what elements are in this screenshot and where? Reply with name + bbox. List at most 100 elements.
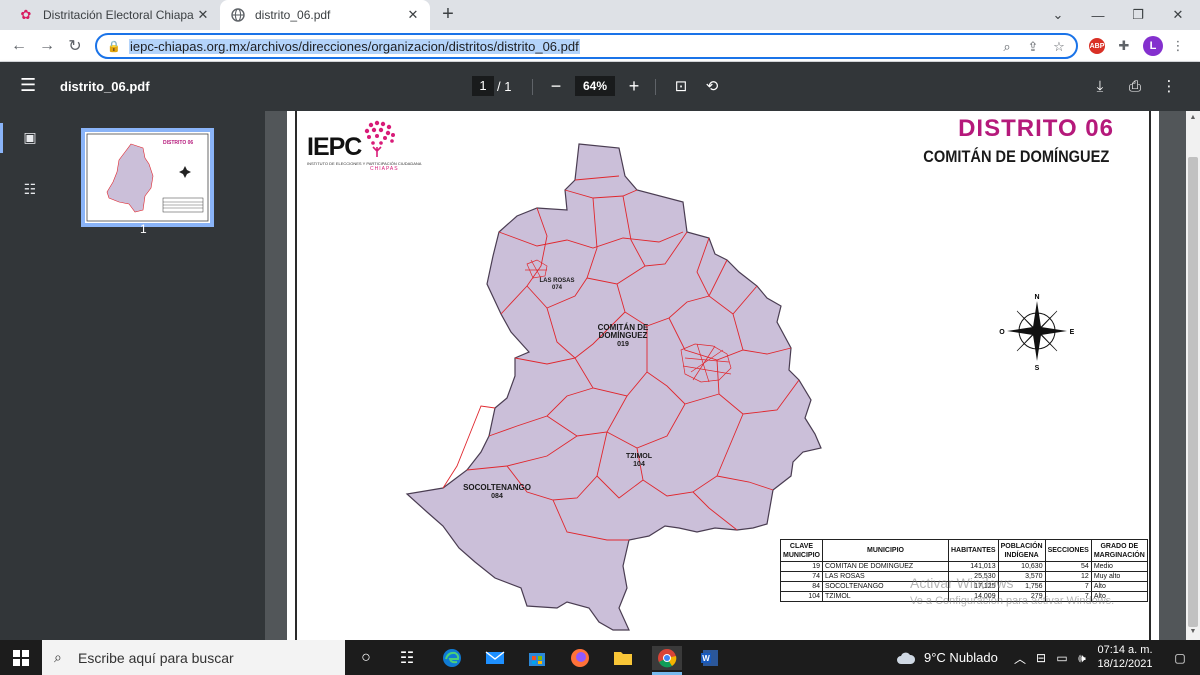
map-label-socoltenango-1: SOCOLTENANGO (463, 483, 531, 492)
zoom-in-button[interactable]: + (623, 75, 645, 97)
cell-marginacion: Medio (1090, 561, 1148, 572)
tab-distrito-pdf[interactable]: distrito_06.pdf ✕ (220, 0, 430, 30)
divider (532, 79, 533, 95)
svg-text:W: W (702, 654, 710, 663)
pdf-toolbar: ☰ distrito_06.pdf 1 / 1 − 64% + ⊡ ⟲ ⤓ ⎙ … (0, 62, 1200, 111)
clock-date: 18/12/2021 (1097, 658, 1153, 670)
map-label-tzimol-1: TZIMOL (626, 453, 653, 460)
profile-avatar[interactable]: L (1143, 36, 1163, 56)
watermark-line2: Ve a Configuración para activar Windows. (910, 595, 1115, 607)
vertical-scrollbar[interactable]: ▲ ▼ (1186, 111, 1200, 640)
svg-text:DISTRITO 06: DISTRITO 06 (163, 140, 193, 146)
zoom-level-input[interactable]: 64% (575, 76, 615, 96)
map-label-las-rosas-1: LAS ROSAS (539, 278, 574, 284)
cell-secciones: 54 (1044, 561, 1092, 572)
print-icon[interactable]: ⎙ (1124, 76, 1146, 98)
search-placeholder: Escribe aquí para buscar (78, 649, 234, 666)
close-icon[interactable]: ✕ (404, 6, 422, 24)
extensions-puzzle-icon[interactable]: ✚ (1114, 36, 1134, 56)
close-icon[interactable]: ✕ (194, 6, 212, 24)
address-bar[interactable]: 🔒 iepc-chiapas.org.mx/archivos/direccion… (95, 33, 1078, 59)
chevron-down-icon[interactable]: ⌄ (1038, 0, 1078, 30)
store-icon[interactable] (525, 646, 549, 670)
header-marginacion: GRADO DE MARGINACIÓN (1090, 539, 1148, 562)
weather-widget[interactable]: 9°C Nublado (896, 640, 998, 675)
tab-distritacion[interactable]: ✿ Distritación Electoral Chiapas ✕ (8, 0, 220, 30)
cell-habitantes: 141,013 (948, 561, 999, 572)
file-explorer-icon[interactable] (611, 646, 635, 670)
restore-icon[interactable]: ❐ (1118, 0, 1158, 30)
new-tab-button[interactable]: + (437, 4, 459, 26)
edge-icon[interactable] (440, 646, 464, 670)
scroll-down-icon[interactable]: ▼ (1188, 628, 1198, 635)
thumbnails-icon[interactable]: ▣ (20, 129, 40, 149)
weather-text: 9°C Nublado (924, 650, 998, 665)
cell-clave: 84 (780, 581, 823, 592)
volume-icon[interactable]: 🕪 (1070, 646, 1094, 670)
header-clave: CLAVE MUNICIPIO (780, 539, 823, 562)
minimize-icon[interactable]: — (1078, 0, 1118, 30)
share-icon[interactable]: ⇪ (1023, 37, 1043, 57)
menu-kebab-icon[interactable]: ⋮ (1168, 36, 1188, 56)
header-poblacion: POBLACIÓN INDÍGENA (997, 539, 1046, 562)
back-icon[interactable]: ← (8, 35, 30, 57)
table-row: 19 COMITAN DE DOMINGUEZ 141,013 10,630 5… (780, 561, 1148, 572)
hamburger-menu-icon[interactable]: ☰ (20, 76, 40, 96)
fit-page-icon[interactable]: ⊡ (670, 76, 692, 98)
word-icon[interactable]: W (698, 646, 722, 670)
taskbar-search[interactable]: ⌕ Escribe aquí para buscar (42, 640, 345, 675)
search-icon: ⌕ (54, 649, 62, 665)
compass-south: S (1035, 365, 1040, 371)
header-secciones: SECCIONES (1044, 539, 1092, 562)
system-clock[interactable]: 07:14 a. m. 18/12/2021 (1095, 643, 1155, 671)
iepc-logo: IEPC (307, 133, 362, 161)
lock-icon: 🔒 (107, 40, 121, 53)
district-shape (405, 143, 822, 631)
reload-icon[interactable]: ↻ (64, 35, 86, 57)
cell-clave: 74 (780, 571, 823, 582)
compass-rose-icon: N S E O (999, 294, 1074, 371)
cell-secciones: 7 (1044, 581, 1092, 592)
url-text[interactable]: iepc-chiapas.org.mx/archivos/direcciones… (129, 38, 580, 54)
zoom-out-button[interactable]: − (545, 75, 567, 97)
browser-toolbar: ← → ↻ 🔒 iepc-chiapas.org.mx/archivos/dir… (0, 30, 1200, 62)
compass-north: N (1034, 294, 1039, 301)
mail-icon[interactable] (483, 646, 507, 670)
chiapas-flower-icon: ✿ (20, 7, 32, 22)
municipios-table: CLAVE MUNICIPIO MUNICIPIO HABITANTES POB… (780, 539, 1148, 602)
scrollbar-thumb[interactable] (1188, 157, 1198, 627)
task-view-icon[interactable]: ○ (354, 646, 378, 670)
windows-start-icon[interactable] (9, 646, 33, 670)
scroll-up-icon[interactable]: ▲ (1188, 114, 1198, 121)
clock-time: 07:14 a. m. (1097, 644, 1153, 656)
zoom-lens-icon[interactable]: ⌕ (997, 37, 1017, 57)
more-options-icon[interactable]: ⋮ (1158, 76, 1180, 98)
map-label-las-rosas-2: 074 (552, 285, 563, 291)
map-label-comitan-3: 019 (617, 341, 629, 348)
close-window-icon[interactable]: ✕ (1158, 0, 1198, 30)
header-habitantes: HABITANTES (948, 539, 999, 562)
pdf-page: IEPC INSTITUTO DE ELECCIONES Y PARTICIPA… (287, 111, 1159, 646)
adblock-icon[interactable]: ABP (1089, 38, 1105, 54)
outline-icon[interactable]: ☷ (20, 181, 40, 201)
forward-icon[interactable]: → (36, 35, 58, 57)
tab-title: distrito_06.pdf (255, 8, 331, 22)
district-subtitle: COMITÁN DE DOMÍNGUEZ (922, 147, 1109, 166)
page-thumbnail[interactable]: DISTRITO 06 (81, 128, 214, 227)
page-number-input[interactable]: 1 (472, 76, 494, 96)
cell-poblacion: 10,630 (997, 561, 1046, 572)
download-icon[interactable]: ⤓ (1089, 76, 1111, 98)
district-map: COMITÁN DE DOMÍNGUEZ 019 LAS ROSAS 074 T… (405, 143, 822, 631)
rotate-icon[interactable]: ⟲ (701, 76, 723, 98)
firefox-icon[interactable] (568, 646, 592, 670)
bookmark-star-icon[interactable]: ☆ (1049, 37, 1069, 57)
cell-clave: 19 (780, 561, 823, 572)
widgets-icon[interactable]: ☷ (395, 646, 419, 670)
notifications-icon[interactable]: ▢ (1168, 646, 1192, 670)
map-label-tzimol-2: 104 (633, 461, 645, 468)
cell-municipio: COMITAN DE DOMINGUEZ (822, 561, 949, 572)
chrome-icon[interactable] (652, 646, 682, 670)
logo-state: CHIAPAS (370, 166, 399, 172)
tab-title: Distritación Electoral Chiapas (43, 8, 194, 22)
table-header-row: CLAVE MUNICIPIO MUNICIPIO HABITANTES POB… (780, 539, 1148, 562)
